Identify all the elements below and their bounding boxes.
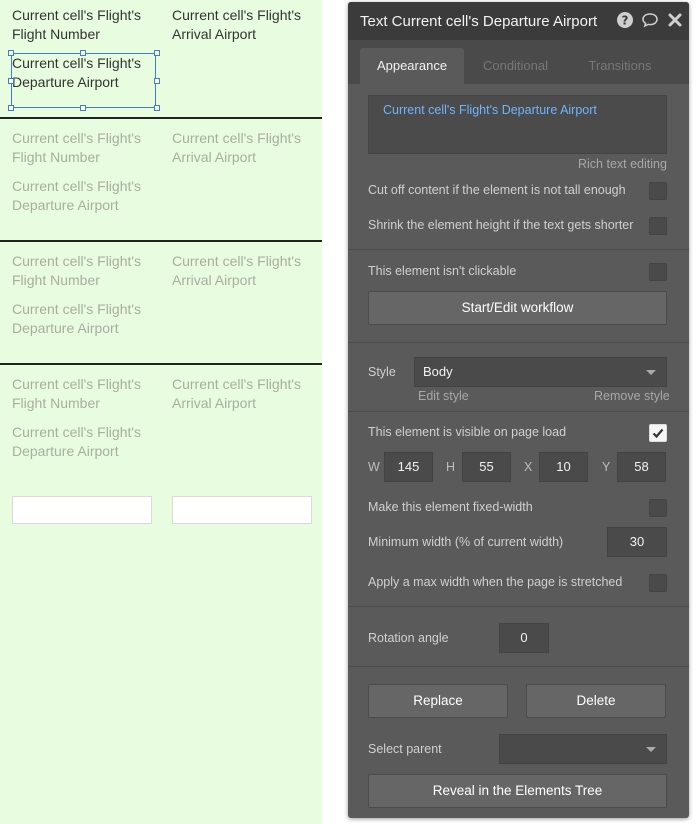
max-width-label: Apply a max width when the page is stret… [368,575,623,589]
flight-number-text: Current cell's Flight's Flight Number [12,130,142,165]
resize-handle-ne[interactable] [154,50,160,56]
style-value: Body [423,364,453,379]
start-edit-workflow-button[interactable]: Start/Edit workflow [368,291,667,325]
arrival-airport-text: Current cell's Flight's Arrival Airport [172,376,302,411]
shrink-checkbox[interactable] [649,217,667,235]
panel-title: Text Current cell's Departure Airport [360,13,598,30]
resize-handle-sw[interactable] [8,105,14,111]
x-label: X [524,460,533,474]
cut-off-label: Cut off content if the element is not ta… [368,183,626,197]
comment-icon[interactable] [641,11,659,29]
visible-on-load-label: This element is visible on page load [368,425,567,439]
rich-text-editing-link[interactable]: Rich text editing [578,157,667,171]
row-divider [0,363,322,365]
flight-number-text: Current cell's Flight's Flight Number [12,253,142,288]
input-field-left[interactable] [12,496,152,524]
row-divider [0,117,322,119]
width-input[interactable]: 145 [384,452,433,482]
fixed-width-checkbox[interactable] [649,499,667,517]
resize-handle-e[interactable] [154,78,160,84]
svg-text:?: ? [622,14,629,28]
min-width-label: Minimum width (% of current width) [368,535,564,549]
remove-style-link[interactable]: Remove style [594,389,670,403]
input-field-right[interactable] [172,496,312,524]
departure-airport-text: Current cell's Flight's Departure Airpor… [12,301,142,336]
reveal-in-elements-tree-button[interactable]: Reveal in the Elements Tree [368,774,667,808]
chevron-down-icon [646,747,656,752]
section-divider [348,342,689,343]
delete-button[interactable]: Delete [526,684,666,718]
resize-handle-n[interactable] [80,50,86,56]
width-label: W [368,460,380,474]
shrink-label: Shrink the element height if the text ge… [368,218,634,232]
resize-handle-s[interactable] [80,105,86,111]
row-divider [0,240,322,242]
arrival-airport-text[interactable]: Current cell's Flight's Arrival Airport [172,6,322,44]
resize-handle-se[interactable] [154,105,160,111]
height-input[interactable]: 55 [462,452,511,482]
resize-handle-w[interactable] [8,78,14,84]
tab-appearance[interactable]: Appearance [360,48,464,84]
height-label: H [446,460,456,474]
section-divider [348,411,689,412]
arrival-airport-text: Current cell's Flight's Arrival Airport [172,130,302,165]
property-editor: Text Current cell's Departure Airport ? … [348,2,689,818]
page-canvas[interactable]: Current cell's Flight's Flight Number Cu… [0,0,322,824]
flight-number-text[interactable]: Current cell's Flight's Flight Number [12,6,162,44]
checkmark-icon [652,428,664,439]
tab-bar: Appearance Conditional Transitions [348,40,689,84]
select-parent-label: Select parent [368,742,442,756]
style-label: Style [368,365,396,379]
fixed-width-label: Make this element fixed-width [368,500,533,514]
y-input[interactable]: 58 [617,452,666,482]
tab-transitions[interactable]: Transitions [570,48,670,84]
edit-style-link[interactable]: Edit style [418,389,469,403]
style-dropdown[interactable]: Body [414,357,667,387]
tab-conditional[interactable]: Conditional [468,48,563,84]
cut-off-checkbox[interactable] [649,182,667,200]
departure-airport-text: Current cell's Flight's Departure Airpor… [12,178,142,213]
help-icon[interactable]: ? [616,11,634,29]
rotation-angle-label: Rotation angle [368,631,449,645]
text-content-editor[interactable]: Current cell's Flight's Departure Airpor… [368,95,667,154]
section-divider [348,666,689,667]
not-clickable-label: This element isn't clickable [368,264,517,278]
chevron-down-icon [646,370,656,375]
x-input[interactable]: 10 [539,452,588,482]
max-width-checkbox[interactable] [649,574,667,592]
replace-button[interactable]: Replace [368,684,508,718]
flight-number-text: Current cell's Flight's Flight Number [12,376,142,411]
panel-header[interactable]: Text Current cell's Departure Airport ? [348,2,689,40]
visible-on-load-checkbox[interactable] [649,424,667,442]
close-icon[interactable] [666,11,684,29]
departure-airport-text: Current cell's Flight's Departure Airpor… [12,424,142,459]
select-parent-dropdown[interactable] [499,734,667,764]
rotation-angle-input[interactable]: 0 [499,623,549,653]
not-clickable-checkbox[interactable] [649,263,667,281]
resize-handle-nw[interactable] [8,50,14,56]
min-width-input[interactable]: 30 [607,527,667,557]
section-divider [348,249,689,250]
section-divider [348,606,689,607]
y-label: Y [602,460,611,474]
arrival-airport-text: Current cell's Flight's Arrival Airport [172,253,302,288]
selection-box[interactable] [11,53,156,108]
